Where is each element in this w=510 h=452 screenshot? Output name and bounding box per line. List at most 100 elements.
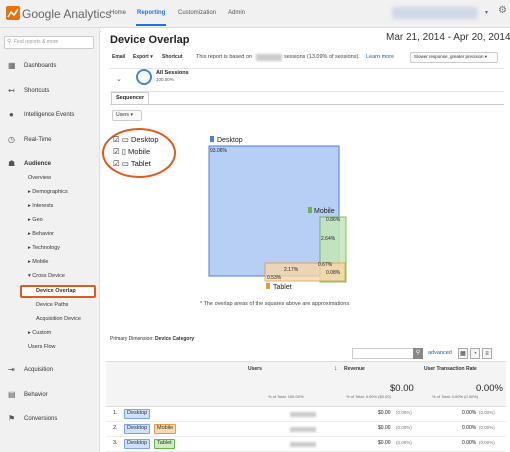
sort-down-icon[interactable]: ↓ (334, 365, 338, 372)
total-rate: 0.00% (476, 383, 503, 394)
row-rate-pct: (0.00%) (479, 410, 495, 415)
sidebar-item-audience[interactable]: Audience (24, 161, 51, 167)
page-title: Device Overlap (110, 34, 190, 46)
sub-behavior[interactable]: ▸ Behavior (28, 231, 54, 238)
sidebar-item-intelligence[interactable]: Intelligence Events (24, 112, 74, 118)
row-revenue-pct: (0.00%) (396, 410, 412, 415)
sub-technology[interactable]: ▸ Technology (28, 245, 60, 252)
row-revenue: $0.00 (378, 410, 391, 416)
sub-custom[interactable]: ▸ Custom (28, 330, 51, 337)
date-range-picker[interactable]: Mar 21, 2014 - Apr 20, 2014 ▾ (386, 33, 510, 43)
analytics-logo-icon[interactable] (6, 6, 20, 20)
sidebar (0, 28, 100, 452)
learn-more-link[interactable]: Learn more (366, 54, 394, 61)
col-transaction-rate[interactable]: User Transaction Rate (424, 367, 477, 372)
primary-dimension: Primary Dimension: Device Category (110, 336, 195, 342)
overlap-footnote: * The overlap areas of the squares above… (200, 301, 351, 307)
venn-label-desktop: Desktop (217, 137, 243, 144)
audience-icon: ☗ (8, 159, 16, 168)
bar-view-icon[interactable]: ≡ (482, 348, 492, 359)
row-rate-pct: (0.00%) (479, 440, 495, 445)
report-note: This report is based on (196, 54, 252, 60)
venn-diagram: Desktop 93.06% Mobile 0.86% 2.64% 2.17% … (208, 136, 347, 291)
total-rate-subtext: % of Total: 0.00% (0.00%) (432, 394, 479, 399)
device-chip-desktop[interactable]: Desktop (124, 424, 151, 434)
venn-value-desktop: 93.06% (210, 148, 228, 154)
nav-active-indicator (136, 24, 166, 26)
sub-users-flow[interactable]: Users Flow (28, 344, 56, 351)
nav-reporting[interactable]: Reporting (137, 10, 165, 16)
export-button[interactable]: Export ▾ (133, 55, 153, 60)
nav-customization[interactable]: Customization (178, 10, 216, 16)
row-rate: 0.00% (462, 425, 477, 431)
acquisition-icon: ⇥ (8, 365, 15, 374)
venn-value-mobile: 0.86% (326, 217, 341, 223)
sub-interests[interactable]: ▸ Interests (28, 203, 53, 210)
tab-sequencer-label: Sequencer (116, 95, 145, 101)
sub-geo[interactable]: ▸ Geo (28, 217, 43, 224)
search-icon[interactable]: ⚲ (413, 348, 423, 359)
row-number: 2. (113, 425, 118, 431)
row-number: 3. (113, 440, 118, 446)
sub-overview[interactable]: Overview (28, 175, 51, 182)
checkbox-mobile[interactable]: ☑ ▯ Mobile (113, 148, 150, 156)
nav-admin[interactable]: Admin (228, 10, 245, 16)
table-search-input[interactable] (352, 348, 422, 359)
venn-value-desktop-mobile: 2.64% (321, 236, 336, 242)
checkbox-tablet[interactable]: ☑ ▭ Tablet (113, 160, 151, 168)
total-revenue: $0.00 (390, 383, 414, 394)
sub-device-paths[interactable]: Device Paths (36, 302, 68, 309)
nav-home[interactable]: Home (110, 10, 126, 16)
sub-demographics[interactable]: ▸ Demographics (28, 189, 68, 196)
desktop-legend-icon (210, 136, 214, 142)
device-chip-desktop[interactable]: Desktop (124, 409, 151, 419)
venn-value-all: 0.67% (318, 262, 333, 268)
search-placeholder: Find reports & more (14, 39, 59, 45)
dashboards-icon: ▦ (8, 61, 16, 70)
lightbulb-icon: ● (9, 110, 14, 119)
chevron-down-icon[interactable]: ⌄ (116, 76, 122, 83)
sidebar-item-dashboards[interactable]: Dashboards (24, 63, 56, 69)
sub-device-overlap[interactable]: Device Overlap (36, 288, 76, 295)
report-note-suffix: sessions (13.09% of sessions). (284, 54, 360, 60)
checkbox-desktop[interactable]: ☑ ▭ Desktop (113, 136, 159, 144)
tab-divider (110, 104, 504, 105)
sidebar-item-conversions[interactable]: Conversions (24, 416, 57, 422)
mobile-legend-icon (308, 207, 312, 213)
clock-icon: ◷ (8, 135, 15, 144)
advanced-filter-link[interactable]: advanced (428, 350, 452, 357)
col-revenue[interactable]: Revenue (344, 367, 365, 372)
table-view-icon[interactable]: ▦ (458, 348, 468, 359)
flag-icon: ⚑ (8, 414, 16, 423)
sub-mobile[interactable]: ▸ Mobile (28, 259, 49, 266)
row-rate: 0.00% (462, 440, 477, 446)
redacted-value (256, 54, 282, 61)
pie-view-icon[interactable]: ◔ (470, 348, 480, 359)
sub-acquisition-device[interactable]: Acquisition Device (36, 316, 81, 323)
venn-value-mobile-tablet: 0.08% (326, 270, 341, 276)
device-chip-tablet[interactable]: Tablet (154, 439, 175, 449)
sidebar-item-acquisition[interactable]: Acquisition (24, 367, 53, 373)
email-button[interactable]: Email (112, 55, 125, 60)
row-rate: 0.00% (462, 410, 477, 416)
row-number: 1. (113, 410, 118, 416)
sidebar-item-shortcuts[interactable]: Shortcuts (24, 88, 49, 94)
shortcut-button[interactable]: Shortcut (162, 55, 183, 60)
sub-cross-device[interactable]: ▾ Cross Device (28, 273, 65, 280)
segment-circle-icon (136, 69, 152, 85)
metric-dropdown-label: Users ▾ (116, 112, 133, 118)
venn-value-tablet: 0.53% (267, 275, 282, 281)
total-revenue-subtext: % of Total: 0.00% ($0.00) (346, 394, 391, 399)
venn-value-desktop-tablet: 2.17% (284, 267, 299, 273)
sidebar-item-realtime[interactable]: Real-Time (24, 137, 51, 143)
tablet-legend-icon (266, 283, 270, 289)
device-chip-desktop[interactable]: Desktop (124, 439, 151, 449)
sidebar-item-behavior[interactable]: Behavior (24, 392, 48, 398)
account-selector[interactable] (392, 7, 478, 19)
chevron-down-icon[interactable]: ▾ (485, 10, 488, 16)
device-chip-mobile[interactable]: Mobile (154, 424, 177, 434)
segment-name[interactable]: All Sessions (156, 70, 189, 77)
gear-icon[interactable]: ⚙ (498, 6, 507, 16)
search-icon: ⚲ (7, 39, 12, 45)
col-users[interactable]: Users (248, 367, 262, 372)
